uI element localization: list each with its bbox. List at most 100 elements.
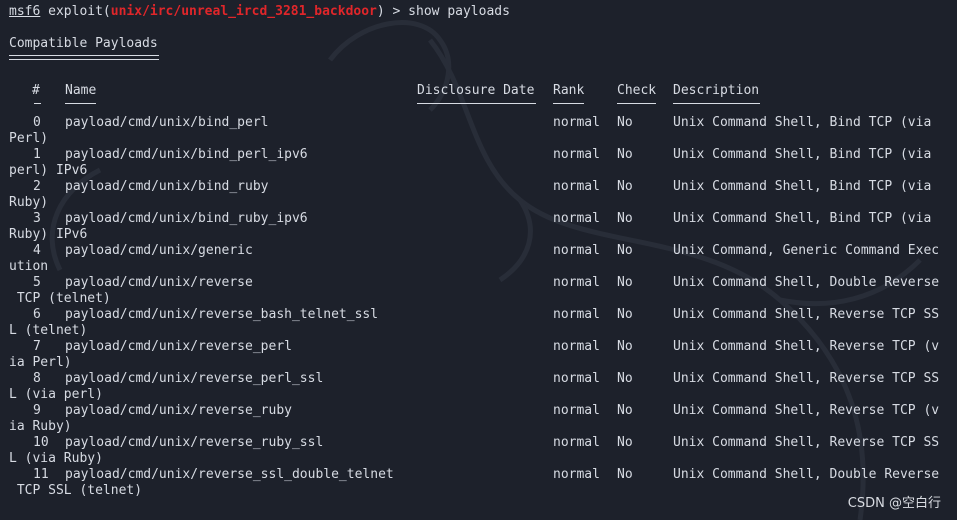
- cell-name: payload/cmd/unix/bind_ruby_ipv6: [65, 211, 308, 226]
- cell-desc: Unix Command Shell, Reverse TCP SS: [673, 371, 940, 386]
- cell-num: 6: [33, 307, 41, 322]
- cell-desc: Unix Command Shell, Bind TCP (via: [673, 211, 932, 226]
- exploit-word: exploit(: [48, 4, 111, 19]
- header-description: Description: [673, 83, 760, 98]
- header-check-underline: [617, 103, 656, 104]
- table-row: 1 payload/cmd/unix/bind_perl_ipv6 normal No…: [9, 147, 957, 179]
- header-name-underline: [65, 103, 96, 104]
- cell-num: 1: [33, 147, 41, 162]
- cell-desc-wrap: L (via perl): [9, 387, 103, 402]
- cell-desc: Unix Command Shell, Reverse TCP SS: [673, 307, 940, 322]
- csdn-watermark: CSDN @空白行: [847, 496, 941, 511]
- cell-desc: Unix Command, Generic Command Exec: [673, 243, 940, 258]
- cell-desc-wrap: ia Perl): [9, 355, 72, 370]
- cell-desc: Unix Command Shell, Double Reverse: [673, 275, 940, 290]
- cell-rank: normal: [553, 243, 600, 258]
- cell-name: payload/cmd/unix/reverse_bash_telnet_ssl: [65, 307, 379, 322]
- cell-name: payload/cmd/unix/reverse: [65, 275, 253, 290]
- cell-num: 8: [33, 371, 41, 386]
- cell-check: No: [617, 211, 633, 226]
- cell-check: No: [617, 467, 633, 482]
- module-name: unix/irc/unreal_ircd_3281_backdoor: [110, 4, 377, 19]
- cell-rank: normal: [553, 467, 600, 482]
- cell-name: payload/cmd/unix/reverse_perl_ssl: [65, 371, 324, 386]
- cell-desc: Unix Command Shell, Reverse TCP SS: [673, 435, 940, 450]
- cell-name: payload/cmd/unix/bind_perl_ipv6: [65, 147, 308, 162]
- table-row: 11 payload/cmd/unix/reverse_ssl_double_te…: [9, 467, 957, 499]
- table-row: 3 payload/cmd/unix/bind_ruby_ipv6 normal No…: [9, 211, 957, 243]
- cell-name: payload/cmd/unix/reverse_ruby_ssl: [65, 435, 324, 450]
- table-row: 2 payload/cmd/unix/bind_ruby normal No Unix …: [9, 179, 957, 211]
- cell-desc: Unix Command Shell, Reverse TCP (v: [673, 339, 940, 354]
- cell-desc-wrap: Perl): [9, 131, 49, 146]
- cell-num: 0: [33, 115, 41, 130]
- cell-num: 9: [33, 403, 41, 418]
- cell-rank: normal: [553, 339, 600, 354]
- cell-rank: normal: [553, 147, 600, 162]
- cell-check: No: [617, 147, 633, 162]
- section-title-underline: [9, 55, 159, 60]
- cell-desc: Unix Command Shell, Double Reverse: [673, 467, 940, 482]
- cell-check: No: [617, 435, 633, 450]
- section-title: Compatible Payloads: [9, 36, 158, 51]
- cell-num: 11: [33, 467, 49, 482]
- cell-desc-wrap: L (via Ruby): [9, 451, 103, 466]
- cell-desc: Unix Command Shell, Bind TCP (via: [673, 115, 932, 130]
- cell-check: No: [617, 179, 633, 194]
- header-date-underline: [417, 103, 536, 104]
- cell-desc-wrap: perl) IPv6: [9, 163, 88, 178]
- cell-num: 3: [33, 211, 41, 226]
- prompt-msf6: msf6: [9, 4, 41, 19]
- header-date: Disclosure Date: [417, 83, 535, 98]
- cell-check: No: [617, 339, 633, 354]
- cell-name: payload/cmd/unix/reverse_perl: [65, 339, 292, 354]
- cell-rank: normal: [553, 435, 600, 450]
- header-rank-underline: [553, 103, 584, 104]
- cell-check: No: [617, 275, 633, 290]
- table-row: 8 payload/cmd/unix/reverse_perl_ssl normal…: [9, 371, 957, 403]
- cell-num: 5: [33, 275, 41, 290]
- cell-num: 10: [33, 435, 49, 450]
- cell-desc-wrap: TCP (telnet): [9, 291, 111, 306]
- header-num-underline: [34, 103, 41, 104]
- table-row: 6 payload/cmd/unix/reverse_bash_telnet_ss…: [9, 307, 957, 339]
- table-row: 7 payload/cmd/unix/reverse_perl normal No Un…: [9, 339, 957, 371]
- cell-rank: normal: [553, 211, 600, 226]
- table-row: 0 payload/cmd/unix/bind_perl normal No Unix …: [9, 115, 957, 147]
- cell-rank: normal: [553, 371, 600, 386]
- header-name: Name: [65, 83, 97, 98]
- cell-name: payload/cmd/unix/generic: [65, 243, 253, 258]
- cell-rank: normal: [553, 115, 600, 130]
- cell-check: No: [617, 243, 633, 258]
- terminal-output: msf6 exploit(unix/irc/unreal_ircd_3281_b…: [9, 3, 957, 520]
- cell-num: 4: [33, 243, 41, 258]
- cell-name: payload/cmd/unix/reverse_ssl_double_teln…: [65, 467, 394, 482]
- cell-check: No: [617, 371, 633, 386]
- cell-check: No: [617, 115, 633, 130]
- cell-desc: Unix Command Shell, Bind TCP (via: [673, 147, 932, 162]
- cell-desc-wrap: Ruby): [9, 195, 49, 210]
- cell-check: No: [617, 403, 633, 418]
- cell-desc-wrap: L (telnet): [9, 323, 88, 338]
- cell-rank: normal: [553, 307, 600, 322]
- cell-rank: normal: [553, 275, 600, 290]
- header-description-underline: [673, 103, 760, 104]
- table-row: 4 payload/cmd/unix/generic normal No Unix Co…: [9, 243, 957, 275]
- command-text: ) > show payloads: [376, 4, 510, 19]
- cell-rank: normal: [553, 179, 600, 194]
- cell-rank: normal: [553, 403, 600, 418]
- table-row: 5 payload/cmd/unix/reverse normal No Unix Co…: [9, 275, 957, 307]
- cell-name: payload/cmd/unix/bind_ruby: [65, 179, 269, 194]
- table-row: 9 payload/cmd/unix/reverse_ruby normal No Un…: [9, 403, 957, 435]
- cell-desc: Unix Command Shell, Reverse TCP (v: [673, 403, 940, 418]
- table-row: 10 payload/cmd/unix/reverse_ruby_ssl norma…: [9, 435, 957, 467]
- cell-desc-wrap: TCP SSL (telnet): [9, 483, 143, 498]
- cell-desc: Unix Command Shell, Bind TCP (via: [673, 179, 932, 194]
- header-check: Check: [617, 83, 657, 98]
- command-line: msf6 exploit(unix/irc/unreal_ircd_3281_b…: [9, 4, 510, 20]
- cell-desc-wrap: ia Ruby): [9, 419, 72, 434]
- header-rank: Rank: [553, 83, 585, 98]
- cell-check: No: [617, 307, 633, 322]
- cell-desc-wrap: ution: [9, 259, 49, 274]
- cell-num: 7: [33, 339, 41, 354]
